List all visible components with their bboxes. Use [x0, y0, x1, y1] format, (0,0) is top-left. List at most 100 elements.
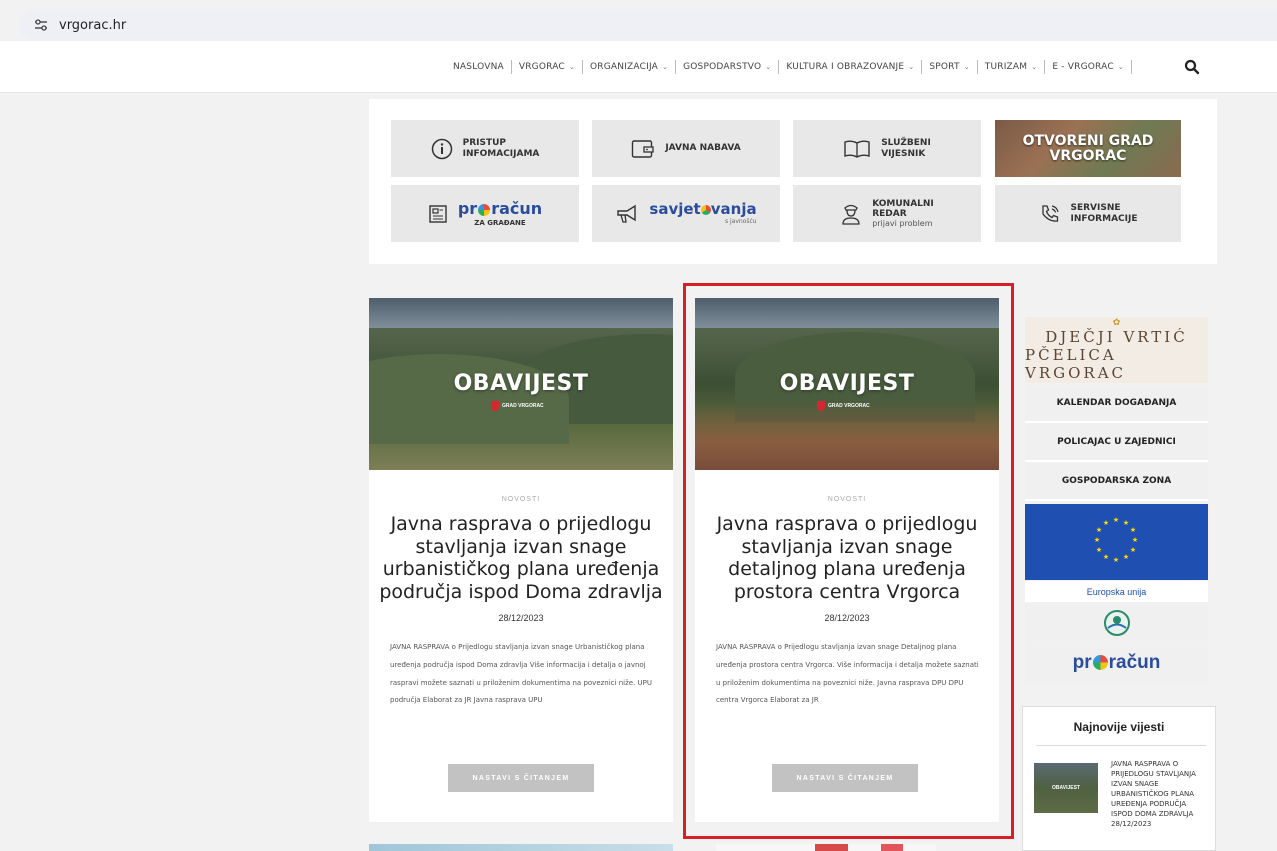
- redar-line1: KOMUNALNI: [872, 198, 934, 209]
- nav-item-e-vrgorac[interactable]: E - VRGORAC ⌄: [1045, 60, 1132, 74]
- svg-text:★: ★: [1103, 519, 1109, 527]
- svg-text:★: ★: [1130, 546, 1136, 554]
- proracun-text-a: pr: [1072, 652, 1092, 673]
- komunalni-redar-button[interactable]: KOMUNALNI REDAR prijavi problem: [793, 185, 981, 242]
- redar-sub-label: prijavi problem: [872, 219, 933, 229]
- newspaper-icon: [429, 204, 447, 223]
- emblem-icon: [1103, 610, 1130, 636]
- nav-item-label: KULTURA I OBRAZOVANJE: [786, 62, 905, 72]
- nav-item-gospodarstvo[interactable]: GOSPODARSTVO ⌄: [676, 60, 780, 74]
- kalendar-button[interactable]: KALENDAR DOGAĐANJA: [1025, 385, 1208, 423]
- crest-label: GRAD VRGORAC: [502, 403, 544, 409]
- chevron-down-icon: ⌄: [908, 63, 915, 71]
- chevron-down-icon: ⌄: [568, 63, 575, 71]
- nav-item-label: VRGORAC: [518, 62, 565, 72]
- news-item-title: JAVNA RASPRAVA O PRIJEDLOGU STAVLJANJA I…: [1111, 760, 1196, 818]
- vrtic-banner[interactable]: ✿ DJEČJI VRTIĆ PČELICA VRGORAC: [1025, 317, 1208, 383]
- redar-line2: REDAR: [872, 208, 907, 219]
- servisne-line2: INFORMACIJE: [1070, 213, 1138, 224]
- nav-item-organizacija[interactable]: ORGANIZACIJA ⌄: [583, 60, 677, 74]
- article-date: 28/12/2023: [498, 613, 544, 623]
- news-item-date: 28/12/2023: [1111, 820, 1152, 828]
- svg-text:★: ★: [1130, 526, 1136, 534]
- nav-item-vrgorac[interactable]: VRGORAC ⌄: [512, 60, 583, 74]
- svg-text:★: ★: [1113, 516, 1119, 524]
- servisne-informacije-button[interactable]: SERVISNE INFORMACIJE: [995, 185, 1181, 242]
- next-article-image[interactable]: [369, 844, 673, 851]
- savjet-sub-label: s javnošću: [724, 217, 757, 225]
- pristup-label: PRISTUP INFOMACIJAMA: [463, 138, 540, 159]
- proracun-ball-icon: [478, 203, 491, 216]
- read-more-button[interactable]: NASTAVI S ČITANJEM: [448, 764, 594, 792]
- address-bar[interactable]: vrgorac.hr: [19, 9, 1277, 41]
- officer-icon: [842, 204, 860, 225]
- nav-item-turizam[interactable]: TURIZAM ⌄: [978, 60, 1046, 74]
- nav-item-label: GOSPODARSTVO: [683, 62, 762, 72]
- savjet-text-b: vanja: [710, 200, 757, 219]
- proracun-text-b: račun: [1108, 652, 1161, 673]
- nav-item-label: E - VRGORAC: [1052, 62, 1114, 72]
- svg-text:★: ★: [1132, 536, 1138, 544]
- nav-item-label: ORGANIZACIJA: [590, 62, 659, 72]
- url-text[interactable]: vrgorac.hr: [59, 18, 126, 33]
- phone-icon: [1041, 204, 1059, 222]
- savjet-ball-icon: [700, 204, 711, 215]
- otvoreni-line2: VRGORAC: [1049, 147, 1127, 164]
- svg-text:★: ★: [1123, 519, 1129, 527]
- proracun-ball-icon: [1092, 655, 1108, 671]
- site-header: NASLOVNA VRGORAC ⌄ ORGANIZACIJA ⌄ GOSPODAR…: [0, 41, 1277, 93]
- news-heading: Najnovije vijesti: [1073, 720, 1165, 734]
- otvoreni-label: OTVORENI GRAD VRGORAC: [1022, 132, 1154, 164]
- otvoreni-grad-button[interactable]: OTVORENI GRAD VRGORAC: [995, 120, 1181, 177]
- highlight-box: [683, 283, 1014, 839]
- sluzbeni-line1: SLUŽBENI: [881, 138, 931, 149]
- site-settings-icon[interactable]: [31, 17, 51, 33]
- eu-label[interactable]: Europska unija: [1025, 581, 1208, 602]
- shield-icon: [491, 401, 499, 411]
- vrtic-line2: PČELICA VRGORAC: [1025, 346, 1127, 382]
- quick-links-panel: PRISTUP INFOMACIJAMA JAVNA NABAVA SLUŽBEN…: [369, 99, 1217, 264]
- svg-text:★: ★: [1113, 556, 1119, 564]
- vrtic-line1: DJEČJI VRTIĆ: [1045, 328, 1188, 346]
- gospodarska-zona-button[interactable]: GOSPODARSKA ZONA: [1025, 463, 1208, 501]
- svg-text:★: ★: [1096, 526, 1102, 534]
- partner-logo[interactable]: [1025, 604, 1208, 642]
- sluzbeni-vjesnik-button[interactable]: SLUŽBENI VIJESNIK: [793, 120, 981, 177]
- pristup-informacijama-button[interactable]: PRISTUP INFOMACIJAMA: [391, 120, 579, 177]
- main-nav: NASLOVNA VRGORAC ⌄ ORGANIZACIJA ⌄ GOSPODAR…: [447, 41, 1132, 93]
- javna-nabava-button[interactable]: JAVNA NABAVA: [592, 120, 780, 177]
- latest-news-widget: Najnovije vijesti OBAVIJEST JAVNA RASPRA…: [1022, 706, 1216, 851]
- nav-item-naslovna[interactable]: NASLOVNA: [447, 60, 512, 74]
- nav-item-kultura[interactable]: KULTURA I OBRAZOVANJE ⌄: [779, 60, 923, 74]
- javna-nabava-label: JAVNA NABAVA: [665, 143, 741, 154]
- news-thumbnail[interactable]: OBAVIJEST: [1034, 763, 1098, 813]
- nav-item-sport[interactable]: SPORT ⌄: [922, 60, 978, 74]
- info-icon: [431, 138, 452, 159]
- sluzbeni-line2: VIJESNIK: [881, 148, 926, 159]
- chevron-down-icon: ⌄: [765, 63, 772, 71]
- news-item-link[interactable]: JAVNA RASPRAVA O PRIJEDLOGU STAVLJANJA I…: [1111, 759, 1203, 829]
- chevron-down-icon: ⌄: [963, 63, 970, 71]
- article-category[interactable]: NOVOSTI: [369, 496, 673, 503]
- proracun-text-a: pr: [457, 199, 478, 219]
- divider: [1036, 745, 1206, 746]
- wallet-icon: [632, 139, 654, 158]
- savjetovanja-button[interactable]: savjet vanja s javnošću: [592, 185, 780, 242]
- sluzbeni-label: SLUŽBENI VIJESNIK: [881, 138, 931, 159]
- bee-icon: ✿: [1112, 318, 1121, 328]
- svg-text:★: ★: [1094, 536, 1100, 544]
- servisne-label: SERVISNE INFORMACIJE: [1071, 203, 1138, 224]
- pristup-line1: PRISTUP: [462, 138, 506, 149]
- otvoreni-line1: OTVORENI GRAD: [1022, 132, 1154, 149]
- chevron-down-icon: ⌄: [662, 63, 669, 71]
- pristup-line2: INFOMACIJAMA: [462, 148, 540, 159]
- proracun-banner[interactable]: pr račun: [1025, 643, 1208, 683]
- proracun-za-gradane-button[interactable]: pr račun ZA GRAĐANE: [391, 185, 579, 242]
- next-article-image[interactable]: [716, 844, 936, 851]
- svg-text:★: ★: [1123, 553, 1129, 561]
- search-icon[interactable]: [1184, 59, 1200, 75]
- article-image[interactable]: OBAVIJEST GRAD VRGORAC: [369, 298, 673, 470]
- eu-flag-banner[interactable]: ★ ★ ★ ★ ★ ★ ★ ★ ★ ★ ★ ★: [1025, 504, 1208, 580]
- article-title[interactable]: Javna rasprava o prijedlogu stavljanja i…: [379, 513, 663, 603]
- policajac-button[interactable]: POLICAJAC U ZAJEDNICI: [1025, 424, 1208, 462]
